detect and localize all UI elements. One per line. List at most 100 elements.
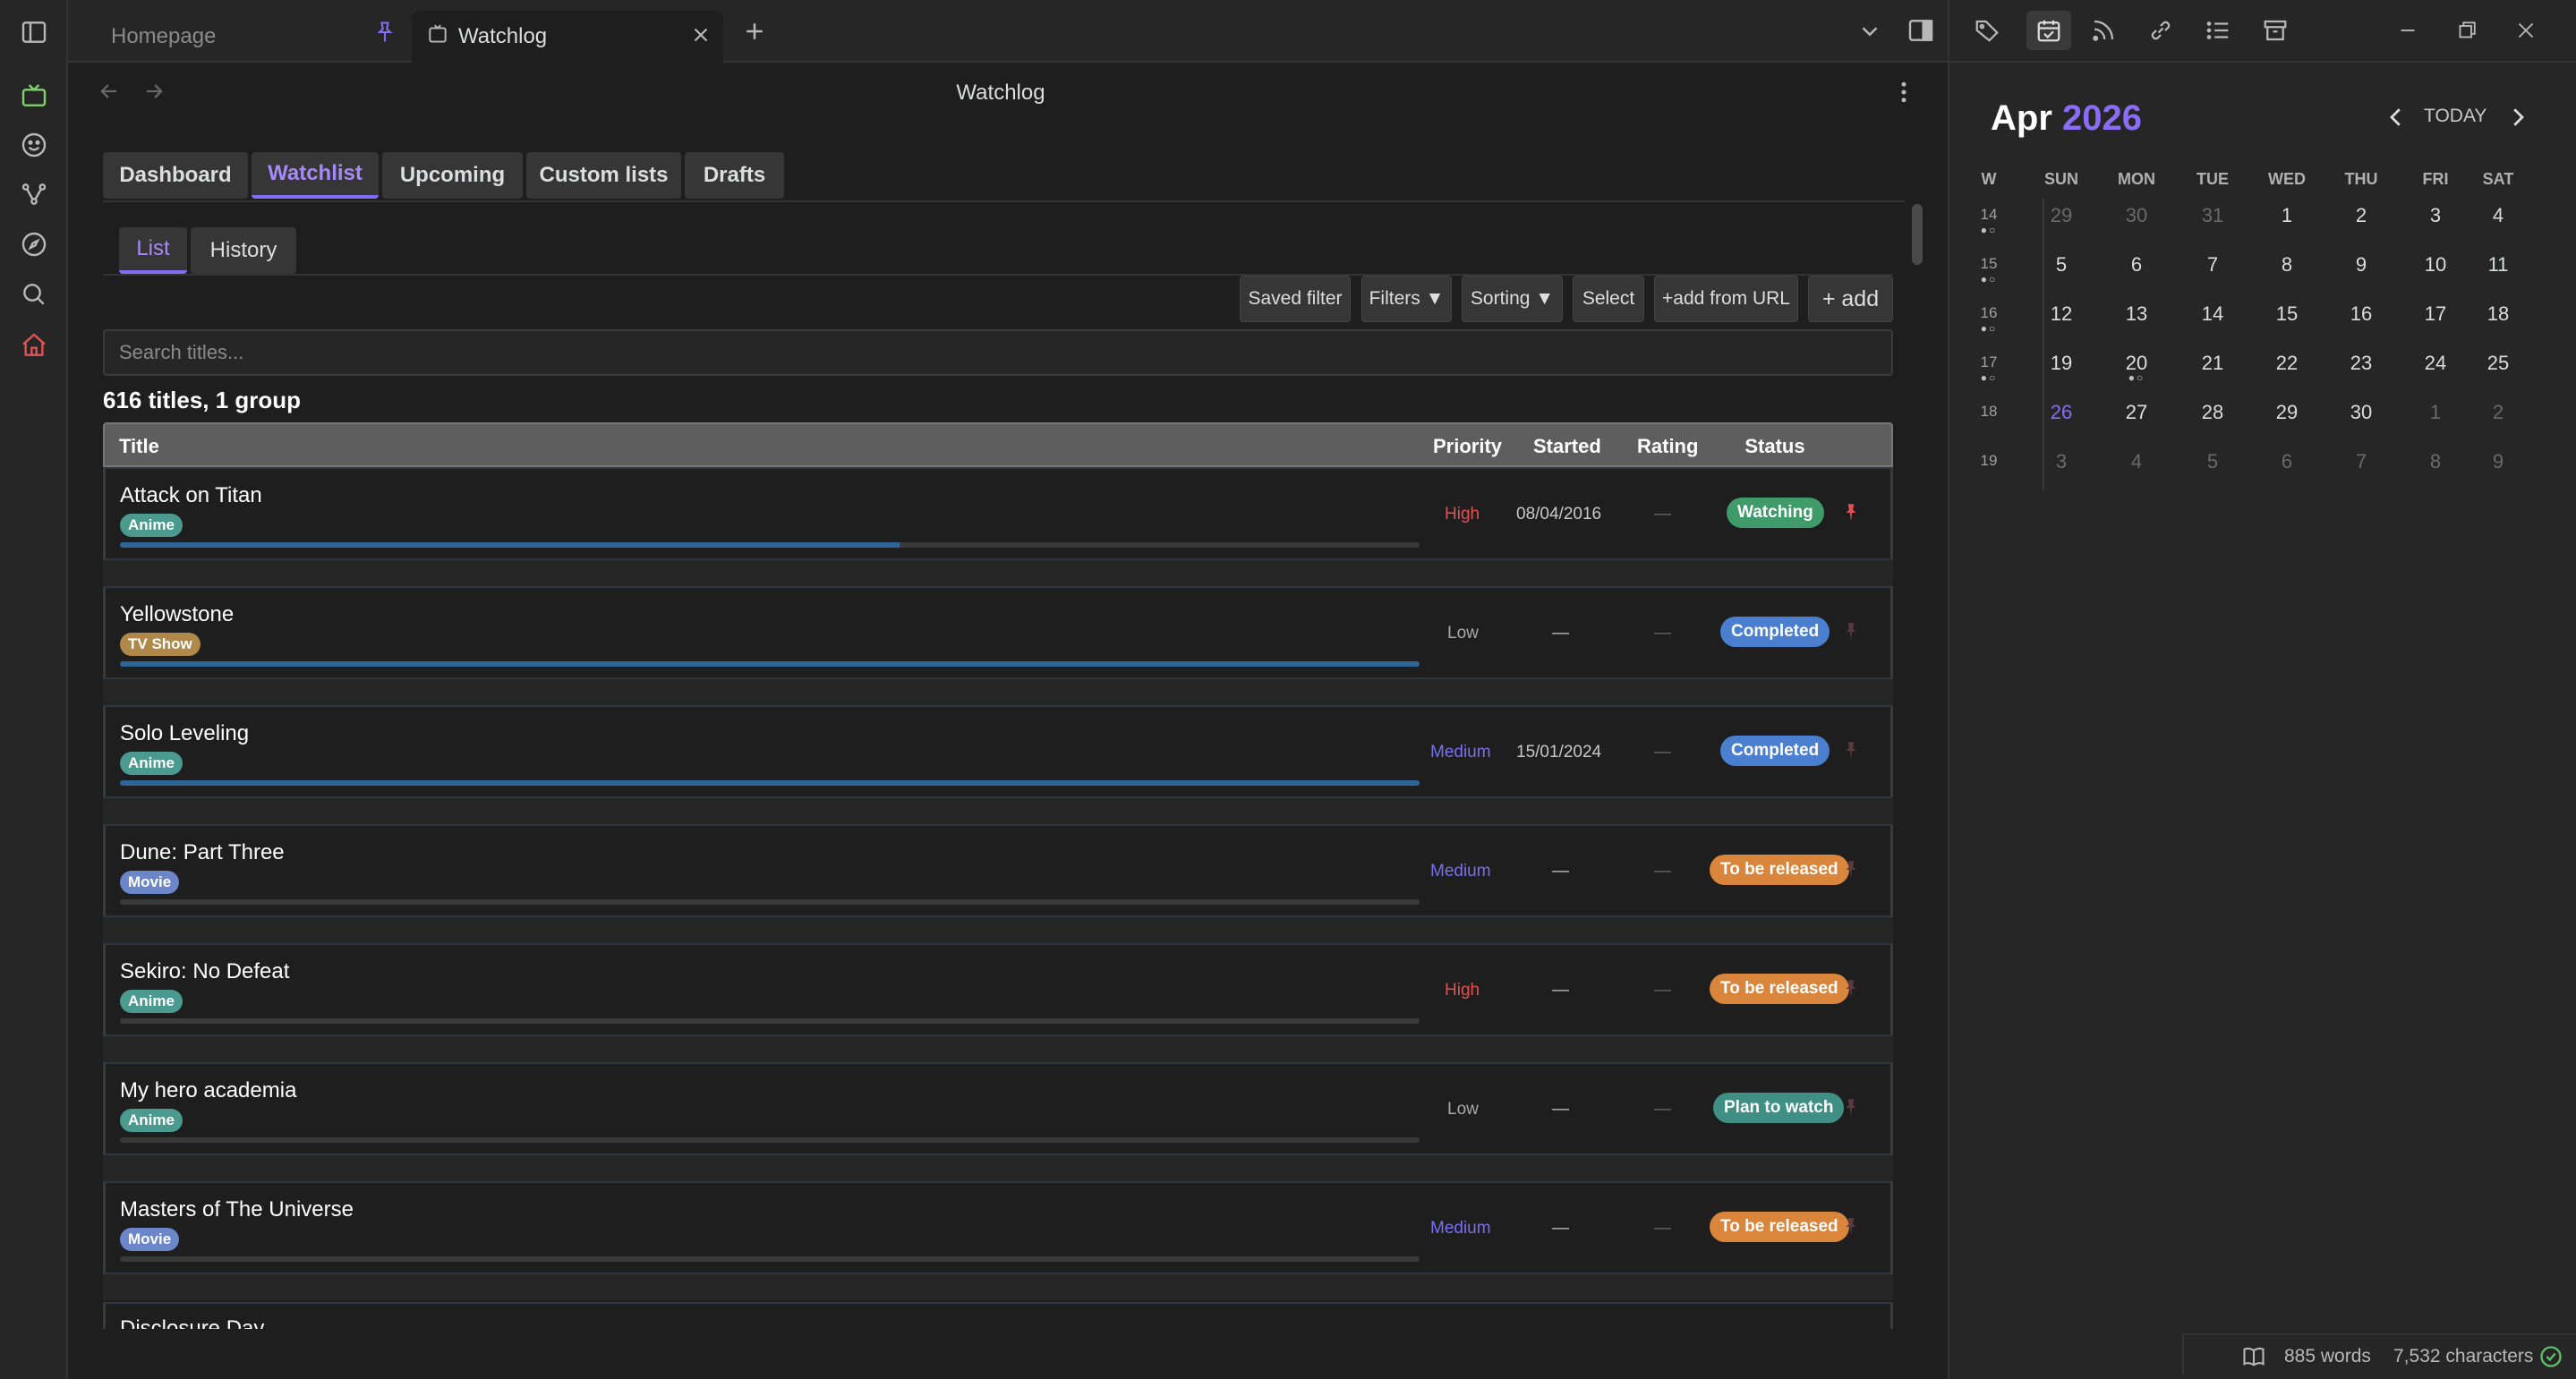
new-tab-icon[interactable] — [741, 18, 768, 49]
table-row[interactable]: My hero academia Anime Low — — Plan to watch — [103, 1062, 1893, 1155]
calendar-day[interactable]: 9 — [2330, 253, 2393, 277]
calendar-day[interactable]: 28 — [2181, 401, 2244, 424]
calendar-day[interactable]: 22 — [2256, 352, 2318, 375]
restore-icon[interactable] — [2451, 14, 2483, 47]
back-arrow-icon[interactable] — [97, 79, 122, 108]
priority-value[interactable]: High — [1445, 981, 1480, 1000]
col-started[interactable]: Started — [1533, 435, 1601, 458]
chevron-down-icon[interactable] — [1856, 18, 1883, 49]
rating-value[interactable]: — — [1654, 1219, 1671, 1239]
select-button[interactable]: Select — [1573, 276, 1644, 322]
saved-filter-button[interactable]: Saved filter — [1240, 276, 1351, 322]
col-title[interactable]: Title — [119, 435, 159, 458]
calendar-day[interactable]: 27 — [2105, 401, 2168, 424]
row-title[interactable]: My hero academia — [120, 1078, 296, 1103]
calendar-day[interactable]: 17 — [2404, 302, 2467, 326]
calendar-day[interactable]: 30 — [2330, 401, 2393, 424]
week-number[interactable]: 18 — [1971, 403, 2007, 421]
row-title[interactable]: Yellowstone — [120, 602, 234, 627]
calendar-day[interactable]: 15 — [2256, 302, 2318, 326]
rss-icon[interactable] — [2087, 14, 2120, 47]
calendar-day[interactable]: 3 — [2030, 450, 2093, 473]
week-number[interactable]: 14 — [1971, 206, 2007, 224]
row-title[interactable]: Attack on Titan — [120, 483, 262, 508]
rating-value[interactable]: — — [1654, 505, 1671, 524]
tag-icon[interactable] — [1971, 14, 2003, 47]
window-close-icon[interactable] — [2510, 14, 2542, 47]
subtab-history[interactable]: History — [191, 227, 296, 274]
priority-value[interactable]: Medium — [1430, 1219, 1491, 1239]
archive-icon[interactable] — [2259, 14, 2291, 47]
pin-icon[interactable] — [1839, 1215, 1863, 1239]
sorting-button[interactable]: Sorting ▼ — [1462, 276, 1563, 322]
calendar-day[interactable]: 26 — [2030, 401, 2093, 424]
tab-watchlog[interactable]: Watchlog — [412, 11, 723, 63]
calendar-day[interactable]: 2 — [2330, 204, 2393, 227]
week-number[interactable]: 16 — [1971, 304, 2007, 322]
table-row[interactable]: Yellowstone TV Show Low — — Completed — [103, 586, 1893, 679]
col-priority[interactable]: Priority — [1433, 435, 1502, 458]
status-badge[interactable]: To be released — [1710, 974, 1849, 1004]
row-title[interactable]: Sekiro: No Defeat — [120, 959, 289, 984]
link-icon[interactable] — [2145, 14, 2177, 47]
table-row-partial[interactable]: Disclosure Day — [103, 1302, 1893, 1329]
status-badge[interactable]: Completed — [1720, 617, 1830, 647]
right-sidebar-toggle-icon[interactable] — [1906, 16, 1935, 49]
calendar-day[interactable]: 25 — [2467, 352, 2529, 375]
calendar-day[interactable]: 14 — [2181, 302, 2244, 326]
rating-value[interactable]: — — [1654, 1100, 1671, 1119]
rating-value[interactable]: — — [1654, 981, 1671, 1000]
table-row[interactable]: Dune: Part Three Movie Medium — — To be relea… — [103, 824, 1893, 917]
pin-icon[interactable] — [1839, 858, 1863, 881]
list-icon[interactable] — [2202, 14, 2234, 47]
calendar-day[interactable]: 30 — [2105, 204, 2168, 227]
priority-value[interactable]: Medium — [1430, 862, 1491, 881]
tab-drafts[interactable]: Drafts — [685, 152, 784, 199]
priority-value[interactable]: Low — [1447, 624, 1479, 643]
calendar-day[interactable]: 16 — [2330, 302, 2393, 326]
calendar-day[interactable]: 29 — [2256, 401, 2318, 424]
status-badge[interactable]: To be released — [1710, 1212, 1849, 1242]
calendar-day[interactable]: 29 — [2030, 204, 2093, 227]
sidebar-toggle-icon[interactable] — [17, 15, 51, 49]
rating-value[interactable]: — — [1654, 862, 1671, 881]
calendar-day[interactable]: 5 — [2181, 450, 2244, 473]
forward-arrow-icon[interactable] — [141, 79, 166, 108]
calendar-check-icon[interactable] — [2026, 11, 2071, 50]
calendar-day[interactable]: 6 — [2256, 450, 2318, 473]
table-row[interactable]: Attack on Titan Anime High 08/04/2016 — Watch… — [103, 467, 1893, 560]
calendar-day[interactable]: 4 — [2467, 204, 2529, 227]
table-row[interactable]: Solo Leveling Anime Medium 15/01/2024 — Compl… — [103, 705, 1893, 798]
tab-watchlist[interactable]: Watchlist — [252, 152, 379, 199]
prev-month-icon[interactable] — [2383, 104, 2410, 135]
priority-value[interactable]: Medium — [1430, 743, 1491, 762]
add-from-url-button[interactable]: +add from URL — [1654, 276, 1798, 322]
col-rating[interactable]: Rating — [1637, 435, 1698, 458]
calendar-day[interactable]: 12 — [2030, 302, 2093, 326]
row-title[interactable]: Masters of The Universe — [120, 1197, 354, 1222]
rating-value[interactable]: — — [1654, 624, 1671, 643]
status-badge[interactable]: Plan to watch — [1713, 1093, 1845, 1123]
calendar-day[interactable]: 2 — [2467, 401, 2529, 424]
week-number[interactable]: 17 — [1971, 353, 2007, 371]
calendar-day[interactable]: 1 — [2256, 204, 2318, 227]
week-number[interactable]: 15 — [1971, 255, 2007, 273]
pin-icon[interactable] — [1839, 977, 1863, 1000]
status-badge[interactable]: Completed — [1720, 736, 1830, 766]
calendar-day[interactable]: 23 — [2330, 352, 2393, 375]
tab-upcoming[interactable]: Upcoming — [382, 152, 523, 199]
calendar-day[interactable]: 31 — [2181, 204, 2244, 227]
row-title[interactable]: Dune: Part Three — [120, 840, 285, 865]
search-icon[interactable] — [17, 277, 51, 311]
graph-icon[interactable] — [17, 177, 51, 211]
tab-dashboard[interactable]: Dashboard — [103, 152, 248, 199]
pin-icon[interactable] — [1839, 1096, 1863, 1119]
subtab-list[interactable]: List — [119, 227, 187, 274]
priority-value[interactable]: High — [1445, 505, 1480, 524]
compass-icon[interactable] — [17, 227, 51, 261]
calendar-day[interactable]: 13 — [2105, 302, 2168, 326]
pin-icon[interactable] — [1839, 620, 1863, 643]
sync-check-icon[interactable] — [2538, 1344, 2563, 1375]
calendar-day[interactable]: 18 — [2467, 302, 2529, 326]
pin-icon[interactable] — [1839, 739, 1863, 762]
